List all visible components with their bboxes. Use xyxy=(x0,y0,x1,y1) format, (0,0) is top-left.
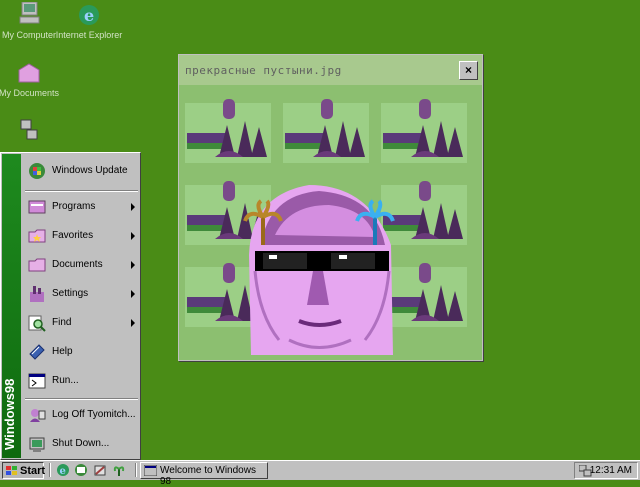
menu-item-find[interactable]: Find xyxy=(23,309,139,337)
menu-item-label: Shut Down... xyxy=(52,438,110,449)
network-icon xyxy=(20,119,38,140)
settings-icon xyxy=(30,286,44,302)
log-off-icon xyxy=(30,409,46,422)
start-button[interactable]: Start xyxy=(2,462,46,479)
start-menu[interactable]: Windows98 Windows Update Programs Favori… xyxy=(0,152,141,460)
close-button[interactable]: × xyxy=(459,61,478,80)
menu-item-documents[interactable]: Documents xyxy=(23,251,139,279)
outlook-express-icon[interactable] xyxy=(74,463,88,477)
svg-text:e: e xyxy=(84,6,94,25)
window-app-icon xyxy=(144,465,157,476)
menu-separator xyxy=(25,190,138,192)
viewer-image xyxy=(179,85,482,360)
viewer-title: прекрасные пустыни.jpg xyxy=(185,64,342,77)
desktop-icon-network[interactable] xyxy=(0,118,64,146)
svg-text:e: e xyxy=(60,466,66,477)
shut-down-icon xyxy=(29,437,45,452)
close-icon: × xyxy=(464,63,472,77)
submenu-arrow-icon xyxy=(131,203,135,211)
taskbar: Start e Welcome to Windows 98 12:31 AM xyxy=(0,460,640,487)
internet-explorer-icon: e xyxy=(79,5,99,25)
menu-item-label: Settings xyxy=(52,288,89,299)
menu-item-log-off[interactable]: Log Off Tyomitch... xyxy=(23,401,139,429)
menu-separator xyxy=(25,398,138,400)
submenu-arrow-icon xyxy=(131,232,135,240)
desktop-icon-label: Internet Explorer xyxy=(55,30,123,40)
menu-item-help[interactable]: Help xyxy=(23,338,139,366)
system-tray: 12:31 AM xyxy=(574,462,638,479)
desktop-icon-label: My Documents xyxy=(0,88,60,98)
submenu-arrow-icon xyxy=(131,290,135,298)
menu-item-run[interactable]: Run... xyxy=(23,367,139,395)
find-icon xyxy=(28,315,46,332)
desktop-icon-my-documents[interactable]: My Documents xyxy=(0,60,64,98)
menu-item-shut-down[interactable]: Shut Down... xyxy=(23,430,139,458)
my-computer-icon xyxy=(19,2,40,24)
programs-icon xyxy=(28,200,46,214)
menu-item-label: Windows Update xyxy=(52,165,128,176)
menu-item-settings[interactable]: Settings xyxy=(23,280,139,308)
taskbar-button-label: Welcome to Windows 98 xyxy=(160,465,256,487)
my-documents-icon xyxy=(18,63,40,83)
quick-launch-divider xyxy=(49,463,51,477)
clock[interactable]: 12:31 AM xyxy=(590,465,632,476)
quick-launch-divider xyxy=(135,463,137,477)
menu-item-label: Run... xyxy=(52,375,79,386)
menu-item-label: Help xyxy=(52,346,73,357)
internet-explorer-icon[interactable]: e xyxy=(56,463,70,477)
menu-item-label: Documents xyxy=(52,259,103,270)
windows-logo-icon xyxy=(6,466,17,475)
documents-icon xyxy=(28,258,46,272)
menu-item-label: Favorites xyxy=(52,230,94,241)
menu-item-programs[interactable]: Programs xyxy=(23,193,139,221)
start-label: Start xyxy=(20,465,46,477)
menu-item-label: Programs xyxy=(52,201,96,212)
taskbar-button-welcome[interactable]: Welcome to Windows 98 xyxy=(140,462,268,487)
windows98-brand: Windows98 xyxy=(2,378,17,450)
viewer-title-bar[interactable]: прекрасные пустыни.jpg × xyxy=(179,55,482,85)
menu-item-favorites[interactable]: Favorites xyxy=(23,222,139,250)
favorites-icon xyxy=(28,229,46,243)
help-icon xyxy=(29,344,45,360)
menu-item-label: Log Off Tyomitch... xyxy=(52,409,136,420)
windows-update-icon xyxy=(29,163,45,179)
start-menu-banner: Windows98 xyxy=(2,154,21,458)
face-illustration xyxy=(243,185,395,355)
channels-icon[interactable] xyxy=(112,463,126,477)
run-icon xyxy=(28,373,46,389)
submenu-arrow-icon xyxy=(131,261,135,269)
submenu-arrow-icon xyxy=(131,319,135,327)
image-viewer-window[interactable]: прекрасные пустыни.jpg × xyxy=(178,54,483,361)
show-desktop-icon[interactable] xyxy=(93,463,107,477)
menu-item-label: Find xyxy=(52,317,72,328)
desktop-icon-internet-explorer[interactable]: e Internet Explorer xyxy=(54,2,124,40)
menu-item-windows-update[interactable]: Windows Update xyxy=(23,157,139,185)
